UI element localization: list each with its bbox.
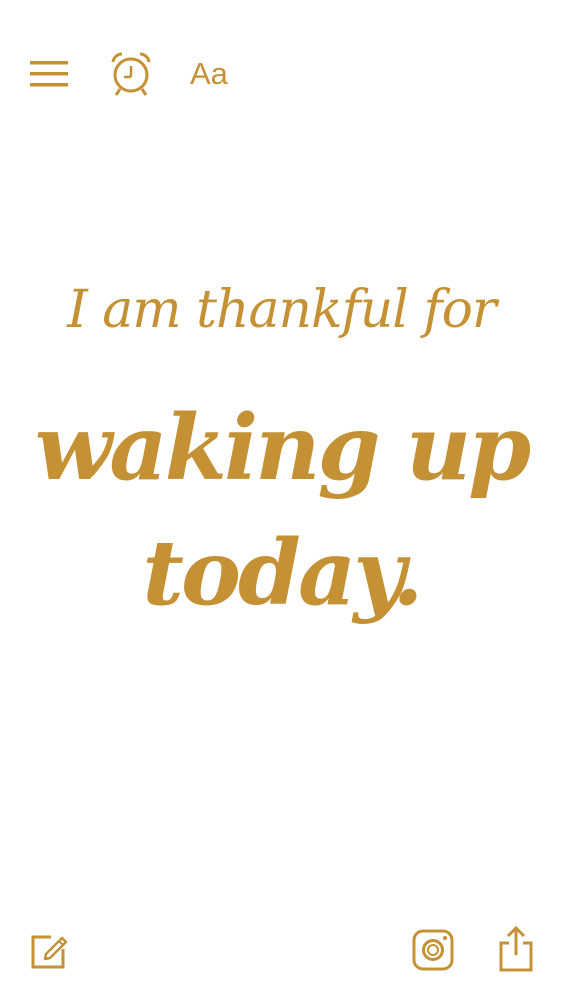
instagram-icon [412, 929, 454, 971]
quote-intro-text: I am thankful for [67, 280, 497, 340]
share-icon [499, 925, 533, 972]
compose-icon [31, 935, 68, 969]
quote-main-line-1: waking up [34, 395, 531, 501]
alarm-button[interactable] [108, 50, 154, 98]
instagram-button[interactable] [410, 927, 456, 973]
font-settings-button[interactable]: Aa [190, 52, 240, 96]
share-button[interactable] [496, 924, 536, 974]
compose-button[interactable] [28, 930, 70, 972]
hamburger-menu-icon [30, 61, 68, 87]
quote-main-line-2: today. [142, 520, 423, 626]
menu-button[interactable] [28, 54, 70, 94]
font-label: Aa [190, 56, 228, 91]
alarm-clock-icon [111, 52, 151, 96]
